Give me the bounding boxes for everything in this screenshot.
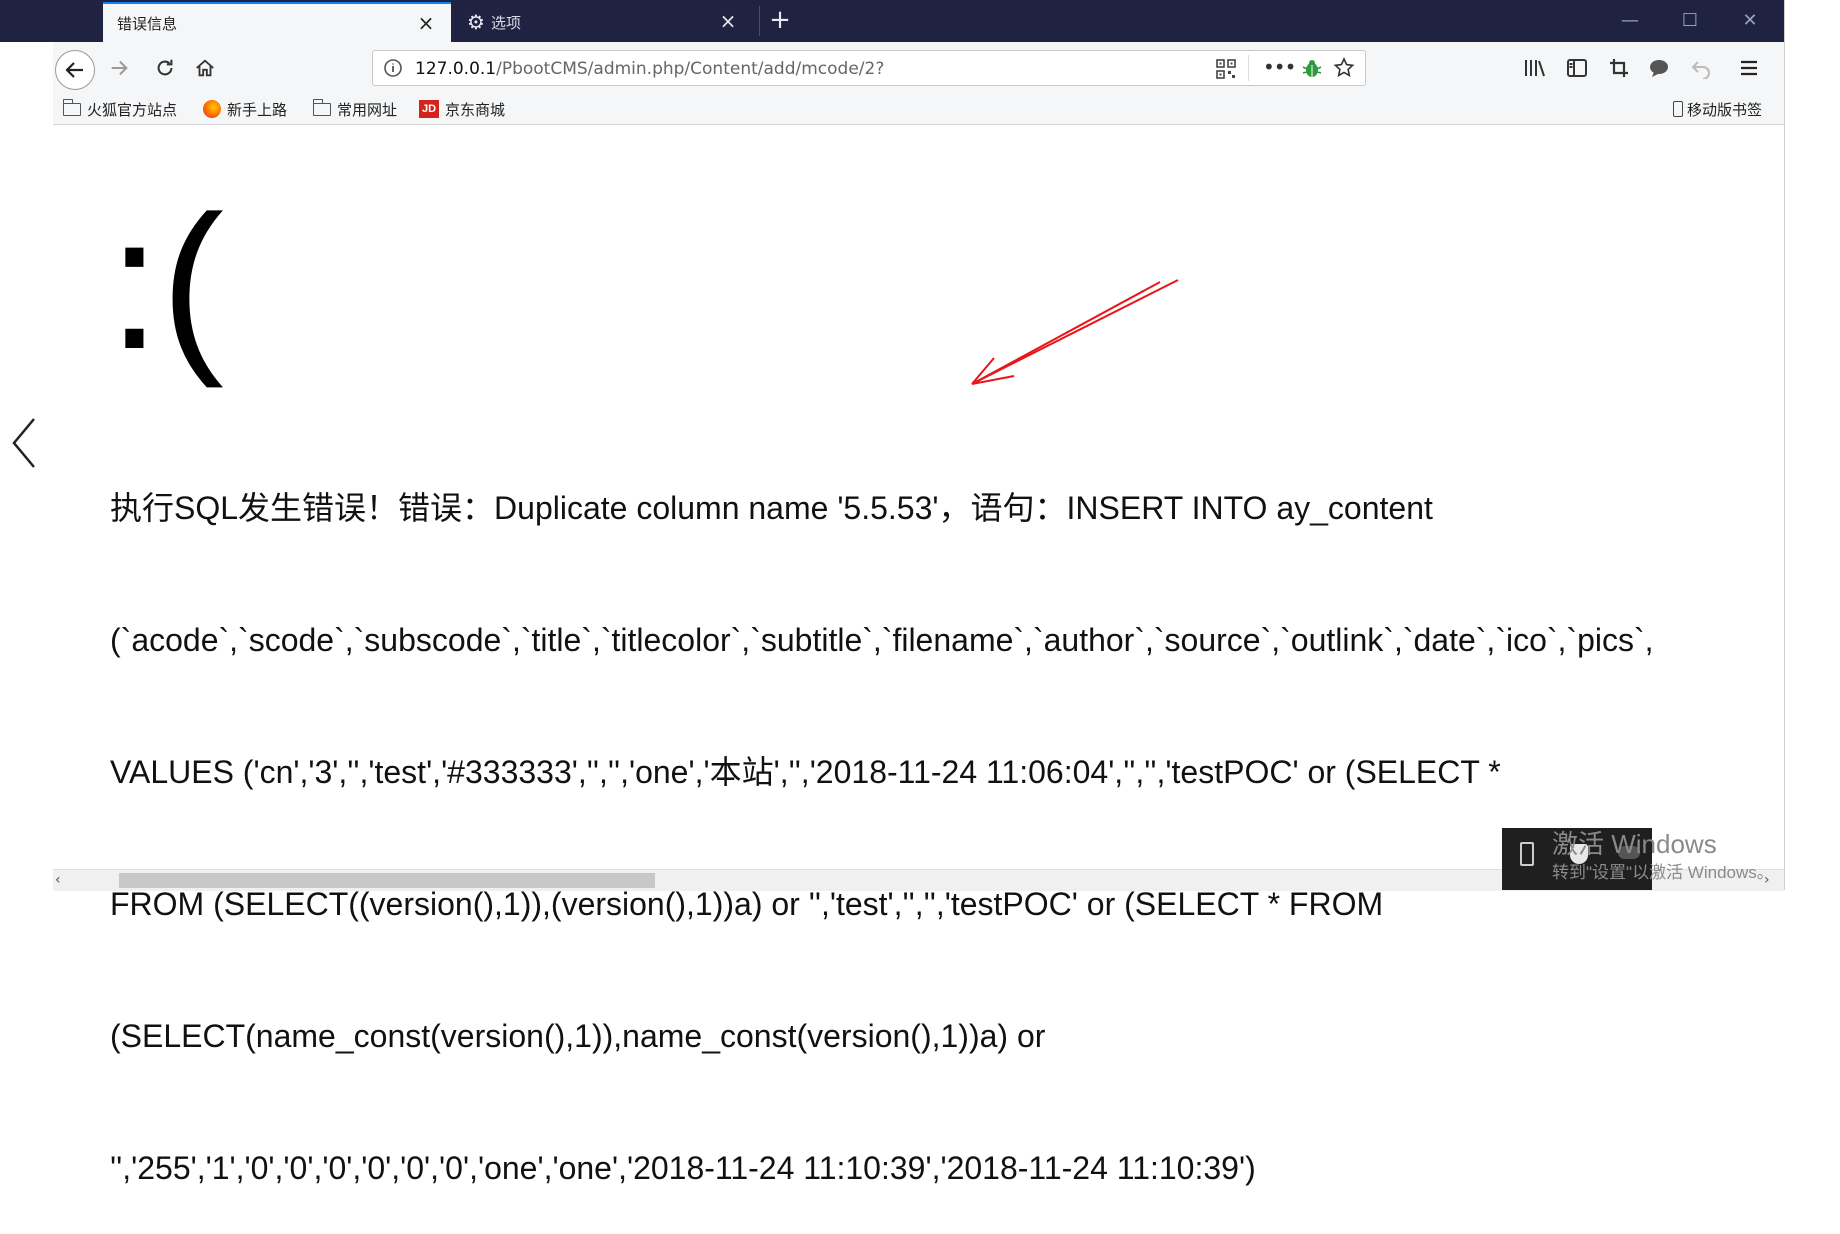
chevron-left-icon[interactable] (8, 415, 40, 471)
right-edge-panel (1784, 0, 1840, 890)
tab-options[interactable]: ⚙ 选项 × (453, 2, 753, 42)
menu-icon[interactable] (1733, 52, 1765, 84)
chat-bubble-icon[interactable] (1643, 52, 1675, 84)
bookmark-item[interactable]: 新手上路 (203, 98, 287, 120)
url-host: 127.0.0.1 (415, 59, 497, 79)
reload-button[interactable] (149, 52, 181, 84)
bookmark-label: 火狐官方站点 (87, 100, 178, 119)
home-icon (196, 59, 214, 77)
close-window-button[interactable]: ✕ (1735, 8, 1765, 34)
url-separator (1248, 55, 1249, 81)
url-text: 127.0.0.1/PbootCMS/admin.php/Content/add… (415, 59, 884, 79)
error-line: '','255','1','0','0','0','0','0','0','on… (110, 1150, 1256, 1186)
tab-error-info[interactable]: 错误信息 × (103, 2, 451, 42)
sidebar-icon[interactable] (1561, 52, 1593, 84)
tab-close-icon[interactable]: × (717, 10, 739, 32)
tab-separator (759, 6, 760, 36)
firefox-icon (203, 100, 221, 118)
info-icon[interactable] (383, 58, 403, 78)
maximize-button[interactable]: ☐ (1675, 8, 1705, 34)
usb-icon[interactable] (1520, 842, 1534, 866)
jd-icon: JD (419, 100, 439, 118)
tab-close-icon[interactable]: × (415, 12, 437, 34)
tab-label: 选项 (490, 13, 521, 32)
bookmark-label: 京东商城 (445, 100, 506, 119)
bug-extension-icon[interactable] (1301, 58, 1323, 80)
bookmark-label: 常用网址 (337, 100, 398, 119)
scrollbar-thumb[interactable] (119, 873, 655, 888)
title-bar: 错误信息 × ⚙ 选项 × + — ☐ ✕ (53, 0, 1784, 42)
phone-icon (1673, 101, 1683, 117)
scroll-left-arrow-icon[interactable]: ‹ (55, 870, 71, 890)
tab-label: 错误信息 (117, 14, 178, 33)
screenshot-crop-icon[interactable] (1603, 52, 1635, 84)
bookmark-star-icon[interactable] (1333, 57, 1355, 79)
forward-button[interactable] (103, 52, 135, 84)
bookmark-item[interactable]: 常用网址 (312, 98, 398, 120)
folder-icon (312, 98, 331, 116)
folder-icon (62, 98, 81, 116)
sql-error-message: 执行SQL发生错误！错误：Duplicate column name '5.5.… (110, 398, 1790, 1234)
reload-icon (157, 59, 173, 76)
sad-face-emoticon: :( (108, 177, 225, 389)
back-button[interactable] (55, 50, 95, 90)
url-bar[interactable]: 127.0.0.1/PbootCMS/admin.php/Content/add… (372, 50, 1366, 86)
error-line: VALUES ('cn','3','','test','#333333','',… (110, 754, 1501, 790)
minimize-button[interactable]: — (1615, 8, 1645, 34)
error-line: 执行SQL发生错误！错误：Duplicate column name '5.5.… (110, 490, 1433, 526)
bookmarks-toolbar: 火狐官方站点 新手上路 常用网址 JD 京东商城 移动版书签 (53, 94, 1784, 125)
qr-code-icon[interactable] (1216, 59, 1236, 79)
activate-windows-title: 激活 Windows (1552, 829, 1717, 859)
activate-windows-subtitle: 转到"设置"以激活 Windows。 (1552, 863, 1774, 882)
library-icon[interactable] (1519, 52, 1551, 84)
home-button[interactable] (189, 52, 221, 84)
url-path: /PbootCMS/admin.php/Content/add/mcode/2? (496, 59, 885, 79)
gear-icon: ⚙ (467, 10, 485, 34)
left-dark-strip (0, 0, 53, 42)
page-actions-icon[interactable]: ••• (1263, 57, 1296, 79)
bookmark-item[interactable]: 火狐官方站点 (62, 98, 178, 120)
bookmark-label: 新手上路 (227, 100, 288, 119)
back-arrow-icon (65, 62, 83, 78)
bookmark-item[interactable]: JD 京东商城 (419, 98, 505, 120)
bookmark-label: 移动版书签 (1687, 100, 1763, 119)
error-line: (SELECT(name_const(version(),1)),name_co… (110, 1018, 1046, 1054)
forward-arrow-icon (111, 60, 128, 76)
mobile-bookmarks-item[interactable]: 移动版书签 (1673, 98, 1762, 120)
new-tab-button[interactable]: + (765, 6, 795, 36)
annotation-arrow-icon (971, 279, 1179, 385)
undo-icon[interactable] (1685, 52, 1717, 84)
error-line: (`acode`,`scode`,`subscode`,`title`,`tit… (110, 622, 1654, 658)
